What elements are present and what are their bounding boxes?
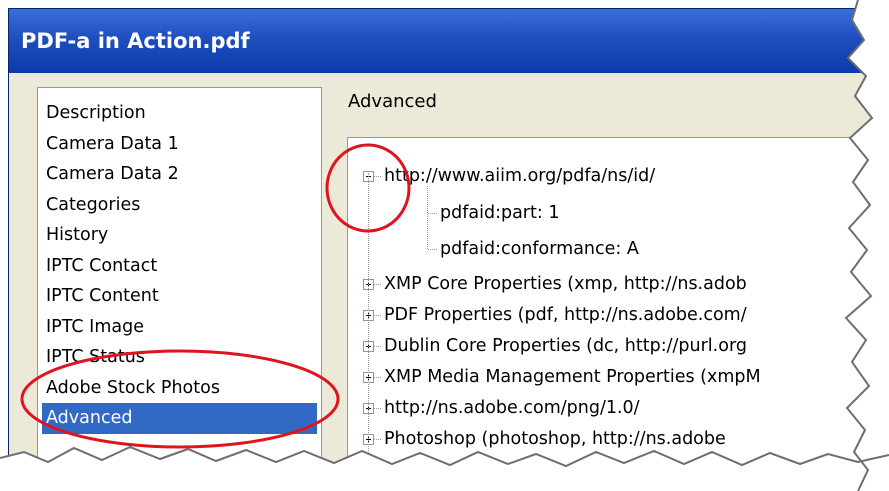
category-item-iptc-content[interactable]: IPTC Content (38, 281, 321, 312)
category-item-camera-data-1[interactable]: Camera Data 1 (38, 129, 321, 160)
window-title: PDF-a in Action.pdf (21, 29, 250, 53)
metadata-tree[interactable]: http://www.aiim.org/pdfa/ns/id/ pdfaid:p… (347, 137, 871, 479)
tree-node-label: PDF Properties (pdf, http://ns.adobe.com… (384, 305, 747, 325)
tree-node-label: Dublin Core Properties (dc, http://purl.… (384, 336, 747, 356)
tree-node-pdf-properties[interactable]: PDF Properties (pdf, http://ns.adobe.com… (348, 300, 871, 330)
category-list[interactable]: Description Camera Data 1 Camera Data 2 … (37, 87, 322, 479)
category-item-categories[interactable]: Categories (38, 190, 321, 221)
category-item-description[interactable]: Description (38, 98, 321, 129)
title-bar: PDF-a in Action.pdf (9, 9, 871, 73)
metadata-dialog-window: PDF-a in Action.pdf Description Camera D… (8, 8, 872, 480)
tree-node-png[interactable]: http://ns.adobe.com/png/1.0/ (348, 393, 871, 423)
section-title: Advanced (348, 91, 437, 112)
category-item-iptc-contact[interactable]: IPTC Contact (38, 251, 321, 282)
tree-node-photoshop[interactable]: Photoshop (photoshop, http://ns.adobe (348, 424, 871, 454)
tree-node-label: XMP Media Management Properties (xmpM (384, 367, 761, 387)
category-item-advanced[interactable]: Advanced (42, 403, 317, 434)
tree-node-xmp-media-management[interactable]: XMP Media Management Properties (xmpM (348, 362, 871, 392)
category-item-iptc-image[interactable]: IPTC Image (38, 312, 321, 343)
category-item-camera-data-2[interactable]: Camera Data 2 (38, 159, 321, 190)
category-item-adobe-stock-photos[interactable]: Adobe Stock Photos (38, 373, 321, 404)
tree-node-label: Photoshop (photoshop, http://ns.adobe (384, 429, 726, 449)
tree-child-label: pdfaid:conformance: A (440, 239, 639, 259)
tree-node-xmp-core[interactable]: XMP Core Properties (xmp, http://ns.adob (348, 269, 871, 299)
tree-child-label: pdfaid:part: 1 (440, 203, 560, 223)
tree-node-label: http://ns.adobe.com/png/1.0/ (384, 398, 640, 418)
category-item-history[interactable]: History (38, 220, 321, 251)
tree-node-dublin-core[interactable]: Dublin Core Properties (dc, http://purl.… (348, 331, 871, 361)
tree-node-label: XMP Core Properties (xmp, http://ns.adob (384, 274, 747, 294)
category-item-iptc-status[interactable]: IPTC Status (38, 342, 321, 373)
tree-node-label: http://www.aiim.org/pdfa/ns/id/ (384, 166, 656, 186)
